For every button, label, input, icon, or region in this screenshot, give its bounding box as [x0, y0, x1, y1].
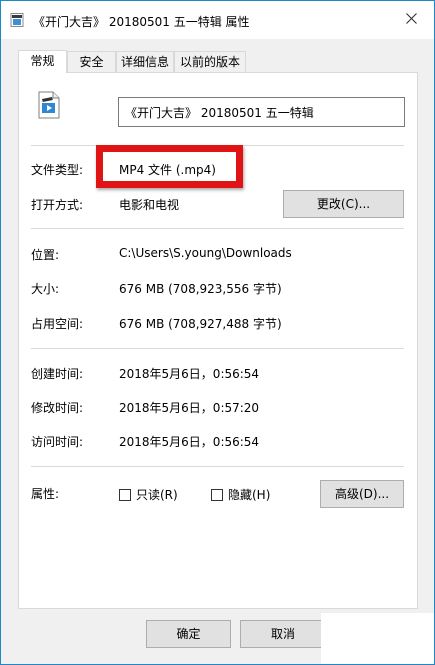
tab-previous-versions[interactable]: 以前的版本	[174, 51, 246, 72]
divider	[31, 228, 404, 229]
readonly-checkbox[interactable]: 只读(R)	[119, 486, 178, 503]
location-label: 位置:	[31, 248, 60, 262]
open-with-value: 电影和电视	[119, 198, 180, 212]
window-title: 《开门大吉》 20180501 五一特辑 属性	[33, 15, 250, 29]
file-name-field[interactable]: 《开门大吉》 20180501 五一特辑	[118, 97, 405, 127]
tab-details[interactable]: 详细信息	[116, 51, 174, 72]
close-button[interactable]	[388, 1, 434, 39]
size-label: 大小:	[31, 282, 60, 296]
tab-security[interactable]: 安全	[67, 51, 116, 72]
attributes-label: 属性:	[31, 487, 60, 501]
size-value: 676 MB (708,923,556 字节)	[119, 282, 282, 296]
accessed-value: 2018年5月6日，0:56:54	[119, 435, 260, 449]
video-file-icon	[10, 13, 24, 27]
accessed-label: 访问时间:	[31, 435, 84, 449]
disk-size-label: 占用空间:	[31, 317, 84, 331]
cancel-button[interactable]: 取消	[240, 620, 326, 648]
readonly-label: 只读(R)	[136, 488, 178, 502]
change-button[interactable]: 更改(C)...	[283, 190, 404, 218]
modified-value: 2018年5月6日，0:57:20	[119, 401, 260, 415]
close-icon	[405, 13, 417, 27]
divider	[31, 466, 404, 467]
tab-general[interactable]: 常规	[18, 50, 67, 73]
created-label: 创建时间:	[31, 367, 84, 381]
divider	[31, 348, 404, 349]
hidden-label: 隐藏(H)	[228, 488, 271, 502]
file-type-label: 文件类型:	[31, 163, 84, 177]
readonly-checkbox-box[interactable]	[119, 488, 131, 501]
location-value: C:\Users\S.young\Downloads	[119, 246, 292, 260]
highlight-box	[96, 145, 243, 188]
ok-button[interactable]: 确定	[146, 620, 231, 648]
properties-window: 《开门大吉》 20180501 五一特辑 属性 常规 安全 详细信息 以前的版本…	[0, 0, 435, 665]
created-value: 2018年5月6日，0:56:54	[119, 367, 260, 381]
title-bar[interactable]: 《开门大吉》 20180501 五一特辑 属性	[1, 1, 434, 39]
video-file-icon	[38, 91, 60, 122]
open-with-label: 打开方式:	[31, 198, 84, 212]
general-panel: 《开门大吉》 20180501 五一特辑 文件类型: MP4 文件 (.mp4)…	[18, 72, 418, 609]
disk-size-value: 676 MB (708,927,488 字节)	[119, 317, 282, 331]
apply-area-cover	[321, 613, 434, 664]
hidden-checkbox[interactable]: 隐藏(H)	[211, 486, 270, 503]
advanced-button[interactable]: 高级(D)...	[320, 480, 404, 508]
hidden-checkbox-box[interactable]	[211, 488, 223, 501]
modified-label: 修改时间:	[31, 401, 84, 415]
